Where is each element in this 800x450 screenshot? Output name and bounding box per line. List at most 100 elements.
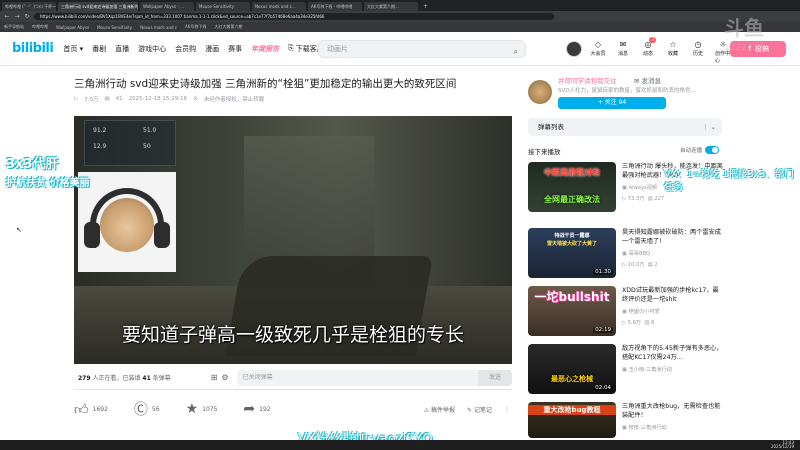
back-icon[interactable]: ← xyxy=(4,13,10,20)
header-dynamics[interactable]: ◎ 动态 3 xyxy=(640,37,656,64)
danmaku-icon: ▤ xyxy=(647,262,653,268)
send-message-link[interactable]: ✉ 发消息 xyxy=(634,75,661,85)
browser-tab[interactable]: Wallpaper Abyss - ... xyxy=(140,2,194,11)
header-messages[interactable]: ✉ 消息 xyxy=(615,39,631,64)
browser-tab[interactable]: Nexus mods and c... xyxy=(252,2,306,11)
browser-tab[interactable]: 哔哩哔哩 (゜-゜)つロ 干杯~-bilibili xyxy=(2,2,56,11)
rec-author[interactable]: ▣ 玉小雨-三角洲行动 xyxy=(622,366,672,373)
coin-button[interactable]: Ⓒ 56 xyxy=(134,399,160,419)
site-header: bilibili 首页 ▾ 番剧 直播 游戏中心 会员购 漫画 赛事 年度报告 … xyxy=(0,32,800,66)
danmaku-list-panel[interactable]: 弹幕列表 ⋮ ⌄ xyxy=(528,118,722,136)
up-icon: ▣ xyxy=(622,425,627,431)
header-icons: ◇ 大会员 ✉ 消息 ◎ 动态 3 ☆ 收藏 ◷ 历史 ☼ 创作中心 xyxy=(590,37,731,64)
rec-thumbnail[interactable]: 重大改枪bug教程 xyxy=(528,402,616,438)
header-vip[interactable]: ◇ 大会员 xyxy=(590,39,606,64)
danmaku-icon: ▤ xyxy=(644,320,650,326)
video-player[interactable]: 91.2 51.0 12.9 50 要知道子弹高一级致死几乎是栓狙的专长 xyxy=(74,116,512,364)
headphone-left-image xyxy=(84,222,100,248)
rec-title[interactable]: 昊天得知露娜被砍破防：两个雷安成一个雷天墙了! xyxy=(622,228,724,246)
nav-anime[interactable]: 番剧 xyxy=(92,44,106,54)
share-button[interactable]: ➦ 192 xyxy=(243,401,270,417)
bookmarks-bar: 新手导航站 哔哩哔哩 Wallpaper Abyss Mouse Sensiti… xyxy=(0,22,800,32)
danmaku-settings-icon[interactable]: ⚙ xyxy=(221,373,228,382)
uploader-avatar[interactable] xyxy=(528,80,552,104)
rec-thumbnail[interactable]: 中距离最强对枪 全网最正确改法 xyxy=(528,162,616,212)
video-meta: ▷ 7.0万 ▤ 41 2025-12-18 15:29:16 ⊘ 未经作者授权… xyxy=(74,95,264,103)
danmaku-toggle-icon[interactable]: ⊞ xyxy=(211,373,218,382)
autoplay-toggle[interactable] xyxy=(705,146,720,154)
search-placeholder: 动画片 xyxy=(327,45,348,53)
bookmark-item[interactable]: 新手导航站 xyxy=(4,24,24,30)
favorite-button[interactable]: ★ 1075 xyxy=(186,401,218,417)
danmaku-list-controls[interactable]: ⋮ ⌄ xyxy=(702,118,716,136)
nav-mall[interactable]: 会员购 xyxy=(175,44,196,54)
follow-button[interactable]: + 关注 94 xyxy=(558,97,666,109)
rec-duration: 02:04 xyxy=(593,385,613,391)
notes-link[interactable]: ✎ 记笔记 xyxy=(467,405,492,414)
rec-thumbnail[interactable]: 一坨bullshit 02:19 xyxy=(528,286,616,336)
bookmark-item[interactable]: 哔哩哔哩 xyxy=(32,24,48,30)
search-icon[interactable]: ⌕ xyxy=(514,44,518,60)
reload-icon[interactable]: ↻ xyxy=(24,13,30,20)
nav-manga[interactable]: 漫画 xyxy=(205,44,219,54)
new-tab-icon[interactable]: + xyxy=(420,2,431,11)
browser-tab[interactable]: AK号称下线 - 哔哩哔哩 xyxy=(308,2,362,11)
address-bar: ← → ↻ https://www.bilibili.com/video/BV1… xyxy=(0,11,800,22)
recommendation-item[interactable]: 特战干员一露娜 雷天墙被大砍了大黄了 01:30 昊天得知露娜被砍破防：两个雷安… xyxy=(528,228,724,278)
nav-annual-report[interactable]: 年度报告 xyxy=(251,44,279,54)
share-arrow-icon: ➦ xyxy=(243,401,256,417)
bookmark-item[interactable]: Mouse Sensitivity xyxy=(97,25,132,30)
bookmark-item[interactable]: AK号称下线 xyxy=(185,24,206,30)
recommendation-item[interactable]: 一坨bullshit 02:19 XDD试玩最新加强的步枪kc17，最终评价还是… xyxy=(528,286,724,336)
user-avatar[interactable] xyxy=(566,41,582,57)
danmaku-list-label: 弹幕列表 xyxy=(538,123,564,131)
nav-live[interactable]: 直播 xyxy=(115,44,129,54)
uploader-name[interactable]: 井荷同学请和我交往 xyxy=(558,75,617,85)
recommendation-item[interactable]: 重大改枪bug教程 三角洲重大改枪bug，无需检查也能装配件！ ▣ 枝枝-三角洲… xyxy=(528,402,724,438)
recommendation-item[interactable]: 最恶心之枪械 02:04 敌方视角下的5.45新子弹有多恶心，搭配KC17仅需2… xyxy=(528,344,724,394)
taskbar-date: 2025/12/19 xyxy=(770,444,794,449)
rec-author-name: 枝枝-三角洲行动 xyxy=(628,425,667,431)
search-input[interactable]: 动画片 ⌕ xyxy=(318,40,526,58)
rec-title[interactable]: 三角洲重大改枪bug，无需检查也能装配件！ xyxy=(622,402,724,420)
rec-thumbnail[interactable]: 特战干员一露娜 雷天墙被大砍了大黄了 01:30 xyxy=(528,228,616,278)
header-history[interactable]: ◷ 历史 xyxy=(690,39,706,64)
browser-tab-active[interactable]: 三角洲行动 svd迎来史诗级加强 三角洲新的... xyxy=(58,2,138,11)
thumb-caption: 一坨bullshit xyxy=(534,290,610,304)
more-icon[interactable]: ⋮ xyxy=(504,406,510,413)
browser-tab[interactable]: 大红大紫第六期... xyxy=(364,2,418,11)
nav-esports[interactable]: 赛事 xyxy=(228,44,242,54)
rec-stats: ▷ 5.8万 ▤ 8 xyxy=(622,319,654,326)
promo-overlay-left: 3x3代肝 护航扶贫 价格美丽 xyxy=(6,153,114,189)
bookmark-item[interactable]: 大红大紫第六期 xyxy=(214,24,242,30)
report-link[interactable]: ⚠ 稿件举报 xyxy=(424,405,455,414)
hud-value: 51.0 xyxy=(143,127,157,134)
danmaku-send-button[interactable]: 发送 xyxy=(478,369,512,386)
rec-title[interactable]: 敌方视角下的5.45新子弹有多恶心，搭配KC17仅需24万... xyxy=(622,344,724,362)
bilibili-logo[interactable]: bilibili xyxy=(12,41,54,56)
browser-tab-bar: 哔哩哔哩 (゜-゜)つロ 干杯~-bilibili 三角洲行动 svd迎来史诗级… xyxy=(0,0,800,11)
forward-icon[interactable]: → xyxy=(14,13,20,20)
header-favorites[interactable]: ☆ 收藏 xyxy=(665,39,681,64)
up-icon: ▣ xyxy=(622,185,627,191)
like-button[interactable]: 👍︎ 1692 xyxy=(74,401,108,418)
rec-thumbnail[interactable]: 最恶心之枪械 02:04 xyxy=(528,344,616,394)
bookmark-item[interactable]: Wallpaper Abyss xyxy=(56,25,89,30)
bookmark-item[interactable]: Nexus mods and c xyxy=(140,25,177,30)
nav-home[interactable]: 首页 ▾ xyxy=(63,44,83,54)
rec-author-name: 哥哥BBQ xyxy=(628,251,651,257)
coin-icon: Ⓒ xyxy=(133,402,148,418)
url-input[interactable]: https://www.bilibili.com/video/BV1Xqz1BV… xyxy=(34,13,554,20)
taskbar-clock[interactable]: 13:43 2025/12/19 xyxy=(771,441,794,449)
nav-game-center[interactable]: 游戏中心 xyxy=(138,44,166,54)
rec-title[interactable]: XDD试玩最新加强的步枪kc17，最终评价还是一坨shit xyxy=(622,286,724,304)
rec-author[interactable]: ▣ 枝枝-三角洲行动 xyxy=(622,424,667,431)
danmaku-icon: ▤ xyxy=(647,196,653,202)
rec-author[interactable]: ▣ 绝望の小可爱 xyxy=(622,308,660,315)
rec-danmaku: 227 xyxy=(654,196,665,202)
rec-author[interactable]: ▣ Always视频 xyxy=(622,184,657,191)
rec-author[interactable]: ▣ 哥哥BBQ xyxy=(622,250,650,257)
autoplay-control[interactable]: 自动连播 xyxy=(680,146,720,154)
browser-tab[interactable]: Mouse Sensitivity xyxy=(196,2,250,11)
danmaku-input[interactable]: 已关闭弹幕 发送 xyxy=(236,369,512,386)
